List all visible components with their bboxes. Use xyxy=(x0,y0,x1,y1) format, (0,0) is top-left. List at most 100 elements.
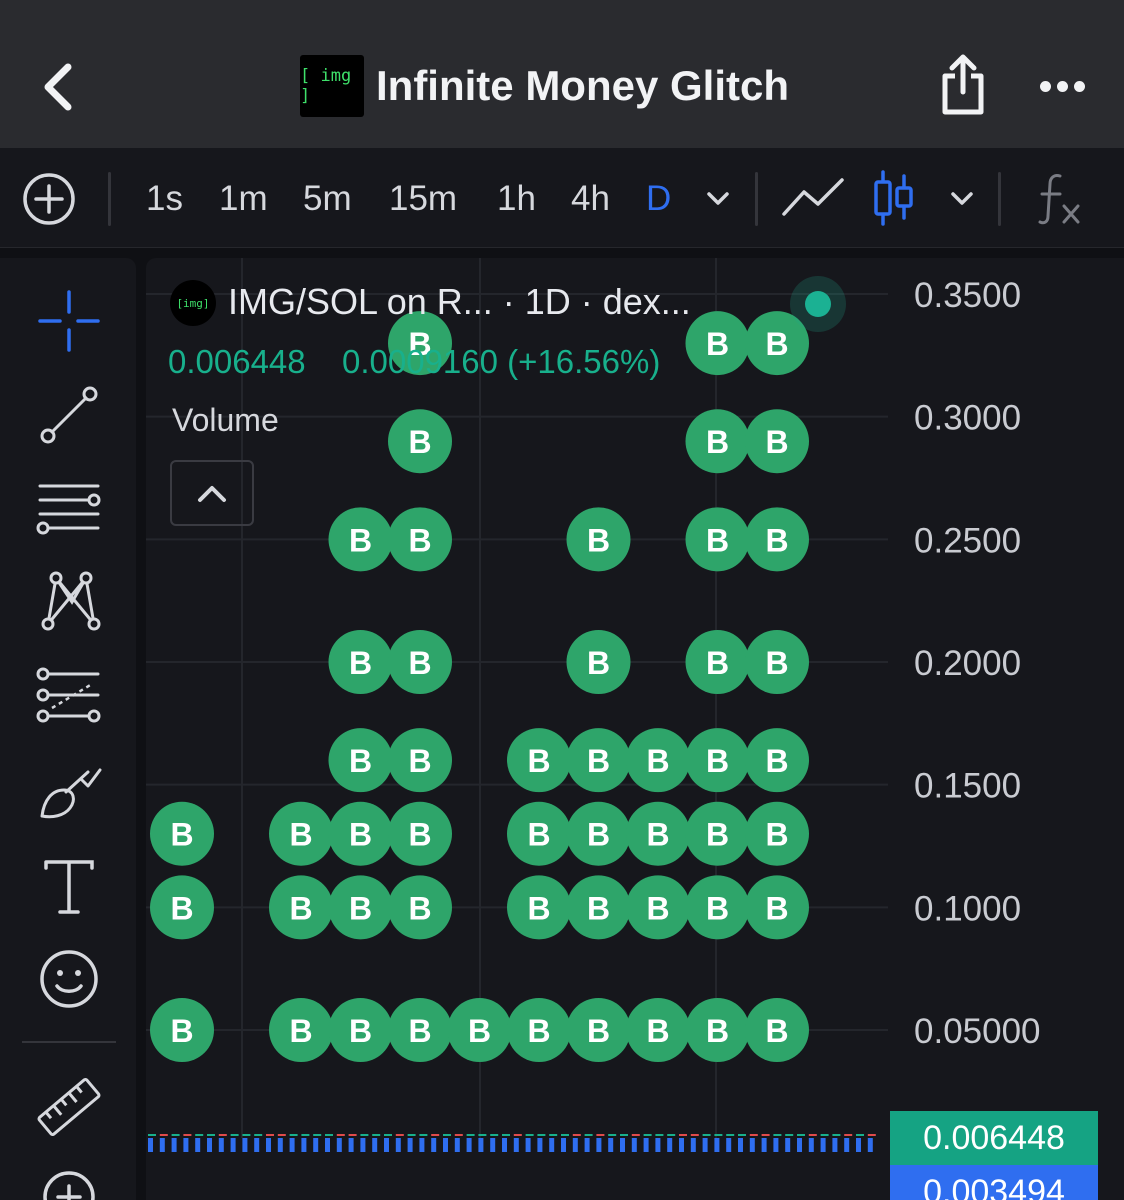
crosshair-tool[interactable] xyxy=(28,280,110,362)
buy-marker[interactable]: B xyxy=(150,998,214,1062)
volume-bar xyxy=(384,1138,389,1152)
interval-1h[interactable]: 1h xyxy=(497,174,536,224)
buy-marker[interactable]: B xyxy=(685,875,750,940)
buy-marker-label: B xyxy=(765,817,788,853)
candle-mark xyxy=(313,1134,322,1136)
buy-marker[interactable]: B xyxy=(745,801,809,866)
chart-panel[interactable]: BBBBBBBBBBBBBBBBBBBBBBBBBBBBBBBBBBBBBBBB… xyxy=(146,258,1124,1200)
buy-marker-label: B xyxy=(646,1013,669,1049)
buy-marker[interactable]: B xyxy=(745,409,809,474)
buy-marker[interactable]: B xyxy=(566,507,631,572)
buy-marker[interactable]: B xyxy=(388,875,452,940)
price-chart[interactable]: BBBBBBBBBBBBBBBBBBBBB BBBBBBBBBBBBBBBBBBB… xyxy=(146,258,1124,1200)
buy-marker[interactable]: B xyxy=(507,801,571,866)
ruler-tool[interactable] xyxy=(28,1066,110,1148)
buy-marker[interactable]: B xyxy=(388,998,452,1062)
buy-marker[interactable]: B xyxy=(328,507,393,572)
volume-bar xyxy=(171,1138,177,1152)
buy-marker[interactable]: B xyxy=(507,728,571,793)
emoji-tool[interactable] xyxy=(28,938,110,1020)
candlestick-button[interactable] xyxy=(868,168,918,233)
buy-marker[interactable]: B xyxy=(685,728,750,793)
buy-marker[interactable]: B xyxy=(328,875,393,940)
pattern-tool[interactable] xyxy=(28,560,110,642)
market-status-indicator[interactable] xyxy=(790,276,846,332)
candle-mark xyxy=(608,1134,617,1136)
buy-marker[interactable]: B xyxy=(269,801,333,866)
share-button[interactable] xyxy=(935,52,991,118)
buy-marker[interactable]: B xyxy=(150,801,214,866)
collapse-legend-button[interactable] xyxy=(170,460,254,526)
buy-marker[interactable]: B xyxy=(745,875,809,940)
candle-mark xyxy=(171,1134,180,1136)
buy-marker[interactable]: B xyxy=(685,507,750,572)
buy-marker-label: B xyxy=(587,645,610,681)
buy-marker[interactable]: B xyxy=(328,630,393,694)
interval-1m[interactable]: 1m xyxy=(219,174,268,224)
buy-marker[interactable]: B xyxy=(745,630,809,694)
buy-marker[interactable]: B xyxy=(328,728,393,793)
interval-d[interactable]: D xyxy=(646,174,671,224)
volume-label[interactable]: Volume xyxy=(172,398,279,442)
buy-marker[interactable]: B xyxy=(269,998,333,1062)
volume-bar xyxy=(596,1138,602,1152)
chevron-down-icon xyxy=(951,192,973,205)
indicators-button[interactable] xyxy=(1034,170,1086,231)
buy-marker[interactable]: B xyxy=(745,998,809,1062)
buy-marker[interactable]: B xyxy=(685,801,750,866)
line-chart-button[interactable] xyxy=(780,172,846,229)
buy-marker-label: B xyxy=(408,645,431,681)
interval-1s[interactable]: 1s xyxy=(146,174,183,224)
buy-marker[interactable]: B xyxy=(447,998,512,1062)
interval-dropdown[interactable] xyxy=(700,184,736,219)
buy-marker[interactable]: B xyxy=(150,875,214,940)
candle-mark xyxy=(277,1134,286,1136)
buy-marker[interactable]: B xyxy=(507,875,571,940)
symbol-title[interactable]: IMG/SOL on R... · 1D · dex... xyxy=(228,276,691,328)
buy-marker[interactable]: B xyxy=(388,409,452,474)
buy-marker[interactable]: B xyxy=(328,998,393,1062)
buy-marker[interactable]: B xyxy=(566,630,631,694)
buy-marker[interactable]: B xyxy=(566,801,631,866)
interval-4h[interactable]: 4h xyxy=(571,174,610,224)
buy-marker[interactable]: B xyxy=(566,875,631,940)
text-tool[interactable] xyxy=(28,846,110,928)
buy-marker[interactable]: B xyxy=(388,728,452,793)
horizontal-lines-tool[interactable] xyxy=(28,466,110,548)
candle-mark xyxy=(301,1134,310,1136)
buy-marker-label: B xyxy=(706,890,729,926)
chart-type-dropdown[interactable] xyxy=(944,184,980,219)
buy-marker[interactable]: B xyxy=(685,998,750,1062)
buy-marker-label: B xyxy=(706,743,729,779)
buy-marker[interactable]: B xyxy=(566,998,631,1062)
back-button[interactable] xyxy=(28,52,88,122)
candlestick-icon xyxy=(874,170,913,226)
buy-marker[interactable]: B xyxy=(626,801,690,866)
trendline-tool[interactable] xyxy=(28,374,110,456)
fib-tool[interactable] xyxy=(28,654,110,736)
buy-marker[interactable]: B xyxy=(269,875,333,940)
buy-marker[interactable]: B xyxy=(566,728,631,793)
buy-marker[interactable]: B xyxy=(388,507,452,572)
buy-marker[interactable]: B xyxy=(328,801,393,866)
interval-15m[interactable]: 15m xyxy=(389,174,457,224)
buy-marker[interactable]: B xyxy=(626,998,690,1062)
add-indicator-button[interactable] xyxy=(20,170,78,228)
buy-marker[interactable]: B xyxy=(388,630,452,694)
buy-marker[interactable]: B xyxy=(745,728,809,793)
buy-marker[interactable]: B xyxy=(626,875,690,940)
candle-mark xyxy=(631,1134,640,1136)
buy-marker[interactable]: B xyxy=(745,507,809,572)
buy-marker[interactable]: B xyxy=(685,311,750,376)
brush-tool[interactable] xyxy=(28,752,110,834)
buy-marker[interactable]: B xyxy=(626,728,690,793)
buy-marker[interactable]: B xyxy=(388,801,452,866)
zoom-in-tool[interactable] xyxy=(28,1156,110,1200)
volume-bar xyxy=(608,1138,614,1152)
buy-marker[interactable]: B xyxy=(685,409,750,474)
more-button[interactable] xyxy=(1030,62,1094,110)
buy-marker[interactable]: B xyxy=(507,998,571,1062)
interval-5m[interactable]: 5m xyxy=(303,174,352,224)
buy-marker-label: B xyxy=(289,890,312,926)
buy-marker[interactable]: B xyxy=(685,630,750,694)
